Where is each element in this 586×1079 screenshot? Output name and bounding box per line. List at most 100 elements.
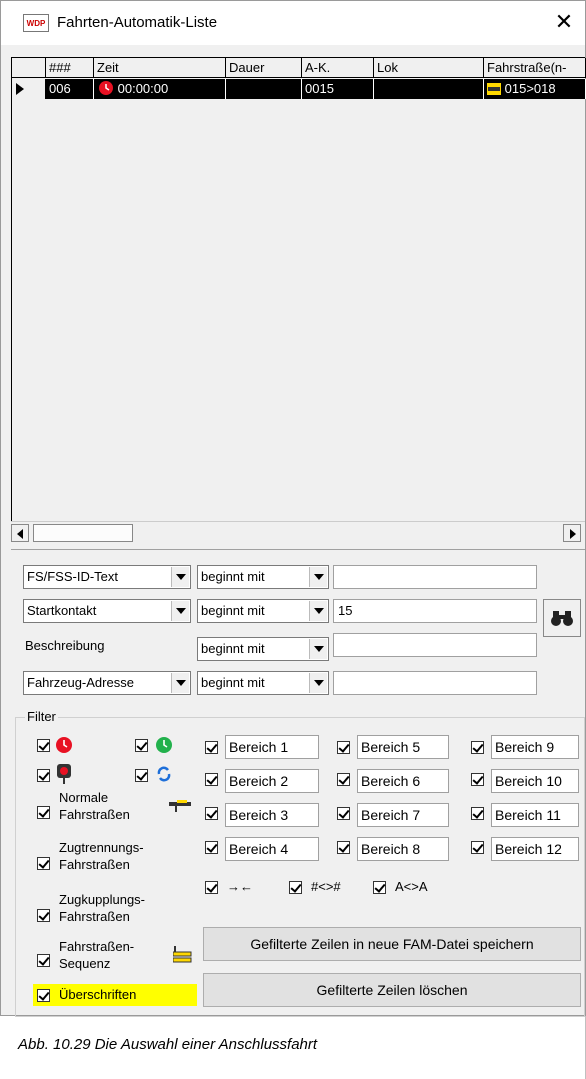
figure-caption: Abb. 10.29 Die Auswahl einer Anschlussfa… (18, 1036, 318, 1053)
search-field-1-label: FS/FSS-ID-Text (27, 569, 119, 584)
column-header-fahrstrasse[interactable]: Fahrstraße(n- (484, 58, 586, 78)
cell-ak[interactable]: 0015 (302, 79, 374, 99)
bereich-checkbox-6[interactable] (337, 773, 350, 786)
scroll-left-button[interactable] (11, 524, 29, 542)
fahrten-table[interactable]: ### Zeit Dauer A-K. Lok Fahrstraße(n- 00… (11, 57, 586, 527)
filter-checkbox-signal[interactable] (37, 769, 50, 782)
bereich-checkbox-5[interactable] (337, 741, 350, 754)
row-pointer-icon (16, 83, 24, 95)
cell-zeit[interactable]: 00:00:00 (94, 79, 226, 99)
bereich-input-12[interactable]: Bereich 12 (491, 837, 579, 861)
option-checkbox-hash[interactable] (289, 881, 302, 894)
bereich-checkbox-8[interactable] (337, 841, 350, 854)
bereich-input-5[interactable]: Bereich 5 (357, 735, 449, 759)
search-value-input-3[interactable] (333, 633, 537, 657)
column-header-ak[interactable]: A-K. (302, 58, 374, 78)
chevron-down-icon[interactable] (171, 673, 189, 693)
bereich-input-11[interactable]: Bereich 11 (491, 803, 579, 827)
column-header-id[interactable]: ### (46, 58, 94, 78)
title-bar: WDP Fahrten-Automatik-Liste ✕ (1, 1, 585, 45)
search-field-label-3: Beschreibung (25, 638, 105, 653)
bereich-input-2[interactable]: Bereich 2 (225, 769, 319, 793)
chevron-down-icon[interactable] (309, 601, 327, 621)
search-op-2-label: beginnt mit (201, 603, 265, 618)
filter-checkbox-clock[interactable] (135, 739, 148, 752)
bereich-checkbox-3[interactable] (205, 807, 218, 820)
bereich-input-6[interactable]: Bereich 6 (357, 769, 449, 793)
filter-checkbox-zugkupplung[interactable] (37, 909, 50, 922)
table-row[interactable]: 006 00:00:00 0015 015>018 (12, 79, 586, 99)
search-field-select-1[interactable]: FS/FSS-ID-Text (23, 565, 191, 589)
window-title: Fahrten-Automatik-Liste (57, 14, 218, 31)
chevron-down-icon[interactable] (309, 673, 327, 693)
chevron-down-icon[interactable] (309, 567, 327, 587)
arrow-left-icon (17, 529, 23, 539)
column-header-dauer[interactable]: Dauer (226, 58, 302, 78)
label-normale: Normale Fahrstraßen (59, 790, 130, 822)
option-checkbox-aa[interactable] (373, 881, 386, 894)
horizontal-scrollbar[interactable] (11, 521, 585, 543)
bereich-checkbox-11[interactable] (471, 807, 484, 820)
search-op-4-label: beginnt mit (201, 675, 265, 690)
bereich-checkbox-12[interactable] (471, 841, 484, 854)
cell-lok[interactable] (374, 79, 484, 99)
chevron-down-icon[interactable] (171, 601, 189, 621)
filter-checkbox-alarm[interactable] (37, 739, 50, 752)
green-clock-icon (156, 737, 172, 753)
search-button[interactable] (543, 599, 581, 637)
bereich-checkbox-2[interactable] (205, 773, 218, 786)
search-op-select-1[interactable]: beginnt mit (197, 565, 329, 589)
search-value-input-2[interactable]: 15 (333, 599, 537, 623)
bereich-checkbox-1[interactable] (205, 741, 218, 754)
filter-checkbox-zugtrennung[interactable] (37, 857, 50, 870)
search-op-select-3[interactable]: beginnt mit (197, 637, 329, 661)
chevron-down-icon[interactable] (309, 639, 327, 659)
option-label-coupling: →← (227, 879, 253, 894)
arrow-right-icon (570, 529, 576, 539)
track-icon (169, 800, 191, 812)
bereich-input-7[interactable]: Bereich 7 (357, 803, 449, 827)
cell-id[interactable]: 006 (46, 79, 94, 99)
signal-icon (57, 764, 71, 784)
cell-fahrstrasse[interactable]: 015>018 (484, 79, 586, 99)
bereich-input-8[interactable]: Bereich 8 (357, 837, 449, 861)
search-field-select-4[interactable]: Fahrzeug-Adresse (23, 671, 191, 695)
filter-title: Filter (25, 709, 58, 724)
column-header-zeit[interactable]: Zeit (94, 58, 226, 78)
app-logo-icon: WDP (23, 14, 49, 32)
search-field-select-2[interactable]: Startkontakt (23, 599, 191, 623)
bereich-input-9[interactable]: Bereich 9 (491, 735, 579, 759)
chevron-down-icon[interactable] (171, 567, 189, 587)
delete-filtered-button[interactable]: Gefilterte Zeilen löschen (203, 973, 581, 1007)
column-header-lok[interactable]: Lok (374, 58, 484, 78)
label-zugtrennung: Zugtrennungs- Fahrstraßen (59, 840, 144, 872)
fahrten-automatik-window: WDP Fahrten-Automatik-Liste ✕ ### Zeit D… (0, 0, 586, 1017)
save-filtered-button[interactable]: Gefilterte Zeilen in neue FAM-Datei spei… (203, 927, 581, 961)
search-op-select-2[interactable]: beginnt mit (197, 599, 329, 623)
bereich-input-3[interactable]: Bereich 3 (225, 803, 319, 827)
search-value-input-1[interactable] (333, 565, 537, 589)
row-indicator (12, 79, 46, 99)
bereich-input-10[interactable]: Bereich 10 (491, 769, 579, 793)
bereich-input-1[interactable]: Bereich 1 (225, 735, 319, 759)
search-op-select-4[interactable]: beginnt mit (197, 671, 329, 695)
option-label-hash: #<># (311, 879, 341, 894)
option-checkbox-coupling[interactable] (205, 881, 218, 894)
bereich-checkbox-4[interactable] (205, 841, 218, 854)
scroll-thumb[interactable] (33, 524, 133, 542)
filter-checkbox-ueberschriften[interactable] (37, 989, 50, 1002)
bereich-input-4[interactable]: Bereich 4 (225, 837, 319, 861)
scroll-right-button[interactable] (563, 524, 581, 542)
bereich-checkbox-10[interactable] (471, 773, 484, 786)
search-value-input-4[interactable] (333, 671, 537, 695)
bereich-checkbox-7[interactable] (337, 807, 350, 820)
filter-checkbox-sequenz[interactable] (37, 954, 50, 967)
cell-dauer[interactable] (226, 79, 302, 99)
bereich-checkbox-9[interactable] (471, 741, 484, 754)
close-button[interactable]: ✕ (547, 7, 581, 39)
label-sequenz: Fahrstraßen- Sequenz (59, 939, 135, 971)
search-field-2-label: Startkontakt (27, 603, 97, 618)
label-zugkupplung: Zugkupplungs- Fahrstraßen (59, 892, 145, 924)
filter-checkbox-normale[interactable] (37, 806, 50, 819)
filter-checkbox-repeat[interactable] (135, 769, 148, 782)
